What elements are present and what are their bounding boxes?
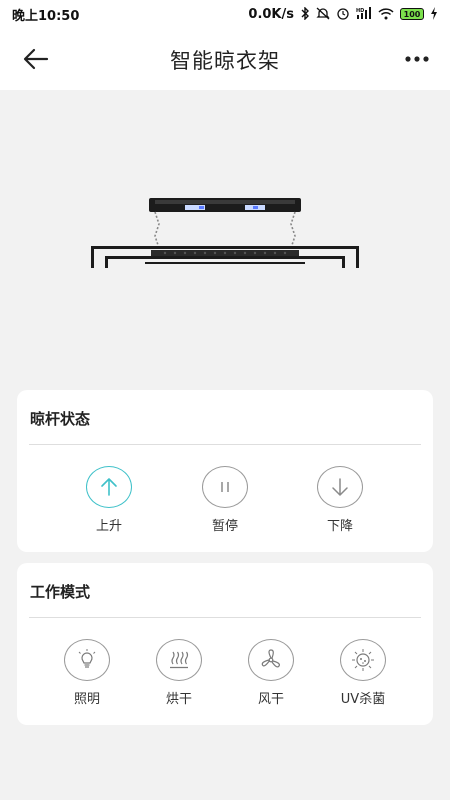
heat-dry-circle bbox=[156, 639, 202, 681]
uv-sterilize-label: UV杀菌 bbox=[340, 692, 386, 707]
fan-icon bbox=[261, 649, 280, 668]
divider bbox=[29, 444, 421, 445]
wifi-icon bbox=[378, 7, 394, 22]
pause-button[interactable]: 暂停 bbox=[180, 466, 270, 534]
lighting-circle bbox=[64, 639, 110, 681]
signal-icon: HD bbox=[356, 6, 372, 22]
more-dots-icon bbox=[405, 56, 429, 62]
arrow-down-icon bbox=[332, 478, 348, 496]
air-dry-label: 风干 bbox=[257, 692, 284, 707]
arrow-up-icon bbox=[101, 478, 117, 496]
battery-indicator: 100 bbox=[400, 8, 424, 20]
lower-button[interactable]: 下降 bbox=[295, 466, 385, 534]
heat-dry-icon bbox=[170, 651, 189, 669]
signal-label: HD bbox=[356, 8, 364, 14]
lighting-button[interactable]: 照明 bbox=[42, 639, 132, 707]
air-dry-button[interactable]: 风干 bbox=[226, 639, 316, 707]
status-time: 晚上10:50 bbox=[12, 8, 80, 24]
work-mode-card: 工作模式 照明 烘干 风干 UV杀菌 bbox=[17, 563, 433, 725]
page-title: 智能晾衣架 bbox=[170, 49, 280, 73]
pause-label: 暂停 bbox=[211, 519, 238, 534]
uv-sterilize-icon bbox=[352, 649, 374, 671]
lower-circle bbox=[317, 466, 363, 508]
uv-sterilize-circle bbox=[340, 639, 386, 681]
work-mode-title: 工作模式 bbox=[30, 583, 91, 601]
status-bar: 晚上10:50 0.0K/s HD 100 bbox=[0, 0, 450, 28]
charging-icon bbox=[430, 6, 438, 22]
more-options-button[interactable] bbox=[402, 48, 432, 70]
clothes-rack-image bbox=[91, 198, 359, 268]
heat-dry-button[interactable]: 烘干 bbox=[134, 639, 224, 707]
bluetooth-icon bbox=[300, 5, 310, 22]
status-icons: 0.0K/s HD 100 bbox=[248, 5, 438, 22]
pause-circle bbox=[202, 466, 248, 508]
raise-button[interactable]: 上升 bbox=[64, 466, 154, 534]
rod-status-title: 晾杆状态 bbox=[30, 410, 91, 428]
product-image-area bbox=[0, 90, 450, 380]
heat-dry-label: 烘干 bbox=[165, 692, 192, 707]
app-header: 智能晾衣架 bbox=[0, 28, 450, 90]
network-speed: 0.0K/s bbox=[248, 6, 294, 22]
mute-bell-icon bbox=[316, 7, 330, 22]
air-dry-circle bbox=[248, 639, 294, 681]
light-bulb-icon bbox=[78, 649, 96, 668]
rod-status-card: 晾杆状态 上升 暂停 下降 bbox=[17, 390, 433, 552]
raise-circle bbox=[86, 466, 132, 508]
uv-sterilize-button[interactable]: UV杀菌 bbox=[318, 639, 408, 707]
raise-label: 上升 bbox=[95, 519, 122, 534]
pause-icon bbox=[221, 482, 229, 492]
alarm-icon bbox=[336, 7, 350, 22]
divider bbox=[29, 617, 421, 618]
lighting-label: 照明 bbox=[73, 692, 100, 707]
lower-label: 下降 bbox=[326, 519, 353, 534]
